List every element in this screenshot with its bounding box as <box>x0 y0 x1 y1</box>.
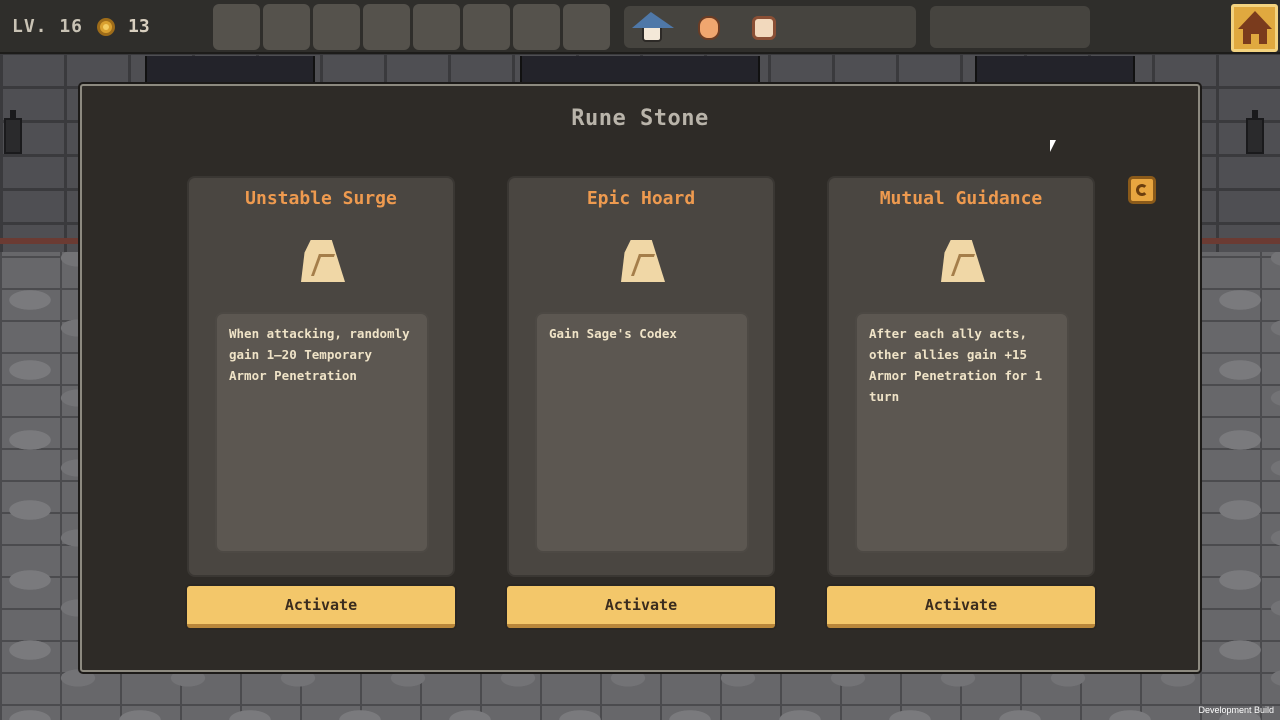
rogue-portrait[interactable] <box>748 10 782 44</box>
card-title: Mutual Guidance <box>879 188 1043 209</box>
party-extra-slot <box>930 6 1090 48</box>
refresh-icon <box>1136 184 1148 196</box>
rune-mark <box>310 254 336 276</box>
rune-stone-icon <box>621 240 665 282</box>
item-slot[interactable] <box>313 4 360 50</box>
rogue-face-icon <box>752 16 776 40</box>
player-level: LV. 16 <box>12 16 84 37</box>
item-slots <box>213 4 610 50</box>
home-button[interactable] <box>1231 4 1278 52</box>
item-slot[interactable] <box>513 4 560 50</box>
wall-ledge <box>1200 238 1280 244</box>
activate-button[interactable]: Activate <box>827 586 1095 628</box>
coin-count: 13 <box>128 16 150 37</box>
card-title: Unstable Surge <box>245 188 397 209</box>
reroll-button[interactable] <box>1128 176 1156 204</box>
mage-portrait[interactable] <box>632 10 674 44</box>
wizard-hat-icon <box>632 12 674 28</box>
rune-card: Mutual Guidance After each ally acts, ot… <box>827 176 1095 577</box>
item-slot[interactable] <box>363 4 410 50</box>
card-title: Epic Hoard <box>586 188 696 209</box>
item-slot[interactable] <box>563 4 610 50</box>
card-description: Gain Sage's Codex <box>549 326 677 341</box>
rune-mark <box>630 254 656 276</box>
wall-ledge <box>0 238 80 244</box>
card-description-box: After each ally acts, other allies gain … <box>855 312 1069 553</box>
card-description-box: When attacking, randomly gain 1—20 Tempo… <box>215 312 429 553</box>
item-slot[interactable] <box>463 4 510 50</box>
item-slot[interactable] <box>263 4 310 50</box>
item-slot[interactable] <box>213 4 260 50</box>
activate-button[interactable]: Activate <box>507 586 775 628</box>
development-build-label: Development Build <box>1198 705 1274 715</box>
rune-card: Unstable Surge When attacking, randomly … <box>187 176 455 577</box>
top-hud: LV. 16 13 <box>0 0 1280 54</box>
monk-face-icon <box>698 16 720 40</box>
card-description: After each ally acts, other allies gain … <box>869 326 1043 404</box>
item-slot[interactable] <box>413 4 460 50</box>
home-icon <box>1238 11 1272 29</box>
card-description-box: Gain Sage's Codex <box>535 312 749 553</box>
mouse-cursor-icon <box>1050 140 1056 152</box>
rune-card: Epic Hoard Gain Sage's Codex <box>507 176 775 577</box>
rune-mark <box>950 254 976 276</box>
torch-icon <box>4 110 22 154</box>
activate-button[interactable]: Activate <box>187 586 455 628</box>
wall-grate <box>145 56 315 82</box>
card-description: When attacking, randomly gain 1—20 Tempo… <box>229 326 410 383</box>
wall-grate <box>520 56 760 82</box>
monk-portrait[interactable] <box>694 10 728 44</box>
coin-icon <box>97 18 115 36</box>
party-bar <box>624 6 916 48</box>
rune-stone-icon <box>301 240 345 282</box>
rune-stone-icon <box>941 240 985 282</box>
torch-icon <box>1246 110 1264 154</box>
panel-title: Rune Stone <box>571 106 709 131</box>
wall-grate <box>975 56 1135 82</box>
home-icon-door <box>1251 34 1259 44</box>
rune-stone-panel: Rune Stone Unstable Surge When attacking… <box>80 84 1200 672</box>
